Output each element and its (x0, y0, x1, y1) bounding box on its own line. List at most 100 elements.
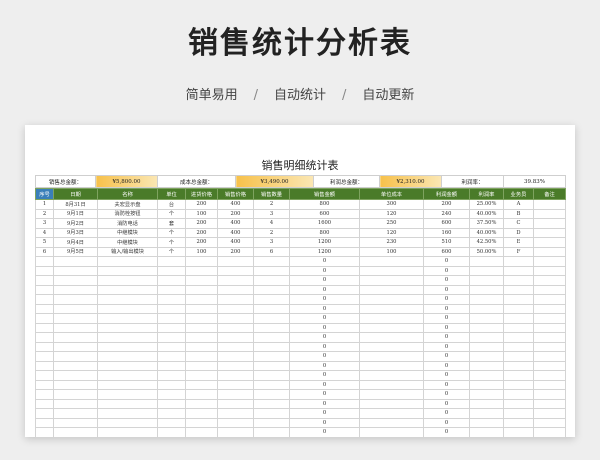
table-cell[interactable]: 8月31日 (53, 199, 98, 210)
table-cell[interactable] (185, 332, 218, 343)
table-cell[interactable] (217, 313, 254, 324)
table-cell[interactable] (97, 398, 158, 409)
table-cell[interactable] (253, 294, 290, 305)
table-cell[interactable] (217, 398, 254, 409)
table-cell[interactable] (157, 322, 186, 333)
table-cell[interactable] (53, 322, 98, 333)
table-cell[interactable]: F (503, 246, 534, 257)
table-cell[interactable] (35, 256, 54, 267)
table-cell[interactable] (469, 351, 504, 362)
table-cell[interactable] (35, 360, 54, 371)
table-cell[interactable]: 200 (185, 227, 218, 238)
table-cell[interactable]: 2 (253, 199, 290, 210)
table-cell[interactable]: 套 (157, 218, 186, 229)
table-cell[interactable] (185, 341, 218, 352)
table-cell[interactable]: 400 (217, 227, 254, 238)
table-cell[interactable] (359, 360, 424, 371)
table-cell[interactable] (185, 417, 218, 428)
table-cell[interactable] (253, 313, 290, 324)
table-cell[interactable] (97, 322, 158, 333)
table-cell[interactable] (97, 294, 158, 305)
table-cell[interactable]: 200 (423, 199, 470, 210)
table-cell[interactable]: 0 (289, 351, 360, 362)
table-cell[interactable]: 800 (289, 227, 360, 238)
table-cell[interactable] (253, 360, 290, 371)
table-cell[interactable] (157, 313, 186, 324)
table-cell[interactable]: 240 (423, 208, 470, 219)
table-cell[interactable] (35, 332, 54, 343)
table-cell[interactable]: 输入/输出模块 (97, 246, 158, 257)
table-cell[interactable]: 200 (185, 237, 218, 248)
table-cell[interactable]: 个 (157, 237, 186, 248)
table-cell[interactable]: 消防栓按钮 (97, 208, 158, 219)
table-cell[interactable] (35, 370, 54, 381)
table-cell[interactable] (503, 303, 534, 314)
table-cell[interactable] (533, 256, 566, 267)
table-cell[interactable] (97, 332, 158, 343)
table-cell[interactable]: 0 (423, 360, 470, 371)
column-header[interactable]: 备注 (533, 188, 566, 200)
table-cell[interactable] (97, 351, 158, 362)
table-cell[interactable] (533, 389, 566, 400)
table-cell[interactable]: 中继模块 (97, 227, 158, 238)
summary-value-profit[interactable]: ¥2,310.00 (379, 175, 442, 188)
table-cell[interactable]: 230 (359, 237, 424, 248)
table-cell[interactable] (157, 265, 186, 276)
table-cell[interactable]: 37.50% (469, 218, 504, 229)
table-cell[interactable] (533, 265, 566, 276)
table-cell[interactable]: 200 (217, 246, 254, 257)
table-cell[interactable]: 0 (289, 256, 360, 267)
column-header[interactable]: 销售金额 (289, 188, 360, 200)
table-cell[interactable] (35, 341, 54, 352)
table-cell[interactable] (97, 313, 158, 324)
table-cell[interactable] (35, 398, 54, 409)
table-cell[interactable]: 100 (185, 208, 218, 219)
table-cell[interactable] (217, 417, 254, 428)
table-cell[interactable]: 0 (289, 275, 360, 286)
table-cell[interactable]: 0 (289, 332, 360, 343)
table-cell[interactable] (185, 398, 218, 409)
table-cell[interactable] (533, 417, 566, 428)
table-cell[interactable] (217, 427, 254, 438)
table-cell[interactable] (359, 322, 424, 333)
table-cell[interactable] (217, 265, 254, 276)
table-cell[interactable]: 100 (185, 246, 218, 257)
table-cell[interactable] (469, 408, 504, 419)
table-cell[interactable] (503, 408, 534, 419)
table-cell[interactable] (35, 275, 54, 286)
table-cell[interactable] (533, 360, 566, 371)
table-cell[interactable]: 0 (423, 294, 470, 305)
table-cell[interactable]: 0 (289, 408, 360, 419)
table-cell[interactable] (503, 398, 534, 409)
table-cell[interactable] (533, 427, 566, 438)
table-cell[interactable]: 1600 (289, 218, 360, 229)
table-cell[interactable] (157, 379, 186, 390)
table-cell[interactable] (35, 417, 54, 428)
table-cell[interactable] (503, 417, 534, 428)
table-cell[interactable] (253, 417, 290, 428)
table-cell[interactable] (503, 313, 534, 324)
table-cell[interactable]: 0 (289, 360, 360, 371)
column-header[interactable]: 单位成本 (359, 188, 424, 200)
table-cell[interactable]: 夫宏显示盘 (97, 199, 158, 210)
table-cell[interactable] (185, 322, 218, 333)
table-cell[interactable] (53, 265, 98, 276)
table-cell[interactable] (217, 284, 254, 295)
table-cell[interactable] (253, 256, 290, 267)
table-cell[interactable] (35, 294, 54, 305)
table-cell[interactable] (503, 275, 534, 286)
table-cell[interactable]: 600 (423, 246, 470, 257)
table-cell[interactable]: 0 (423, 265, 470, 276)
table-cell[interactable] (253, 370, 290, 381)
column-header[interactable]: 名称 (97, 188, 158, 200)
table-cell[interactable] (97, 427, 158, 438)
table-cell[interactable]: 0 (423, 303, 470, 314)
table-cell[interactable]: 台 (157, 199, 186, 210)
table-cell[interactable] (217, 332, 254, 343)
table-cell[interactable] (35, 408, 54, 419)
table-cell[interactable] (359, 370, 424, 381)
table-cell[interactable]: 9月5日 (53, 246, 98, 257)
table-cell[interactable] (157, 256, 186, 267)
table-cell[interactable] (97, 256, 158, 267)
table-cell[interactable]: 0 (423, 341, 470, 352)
